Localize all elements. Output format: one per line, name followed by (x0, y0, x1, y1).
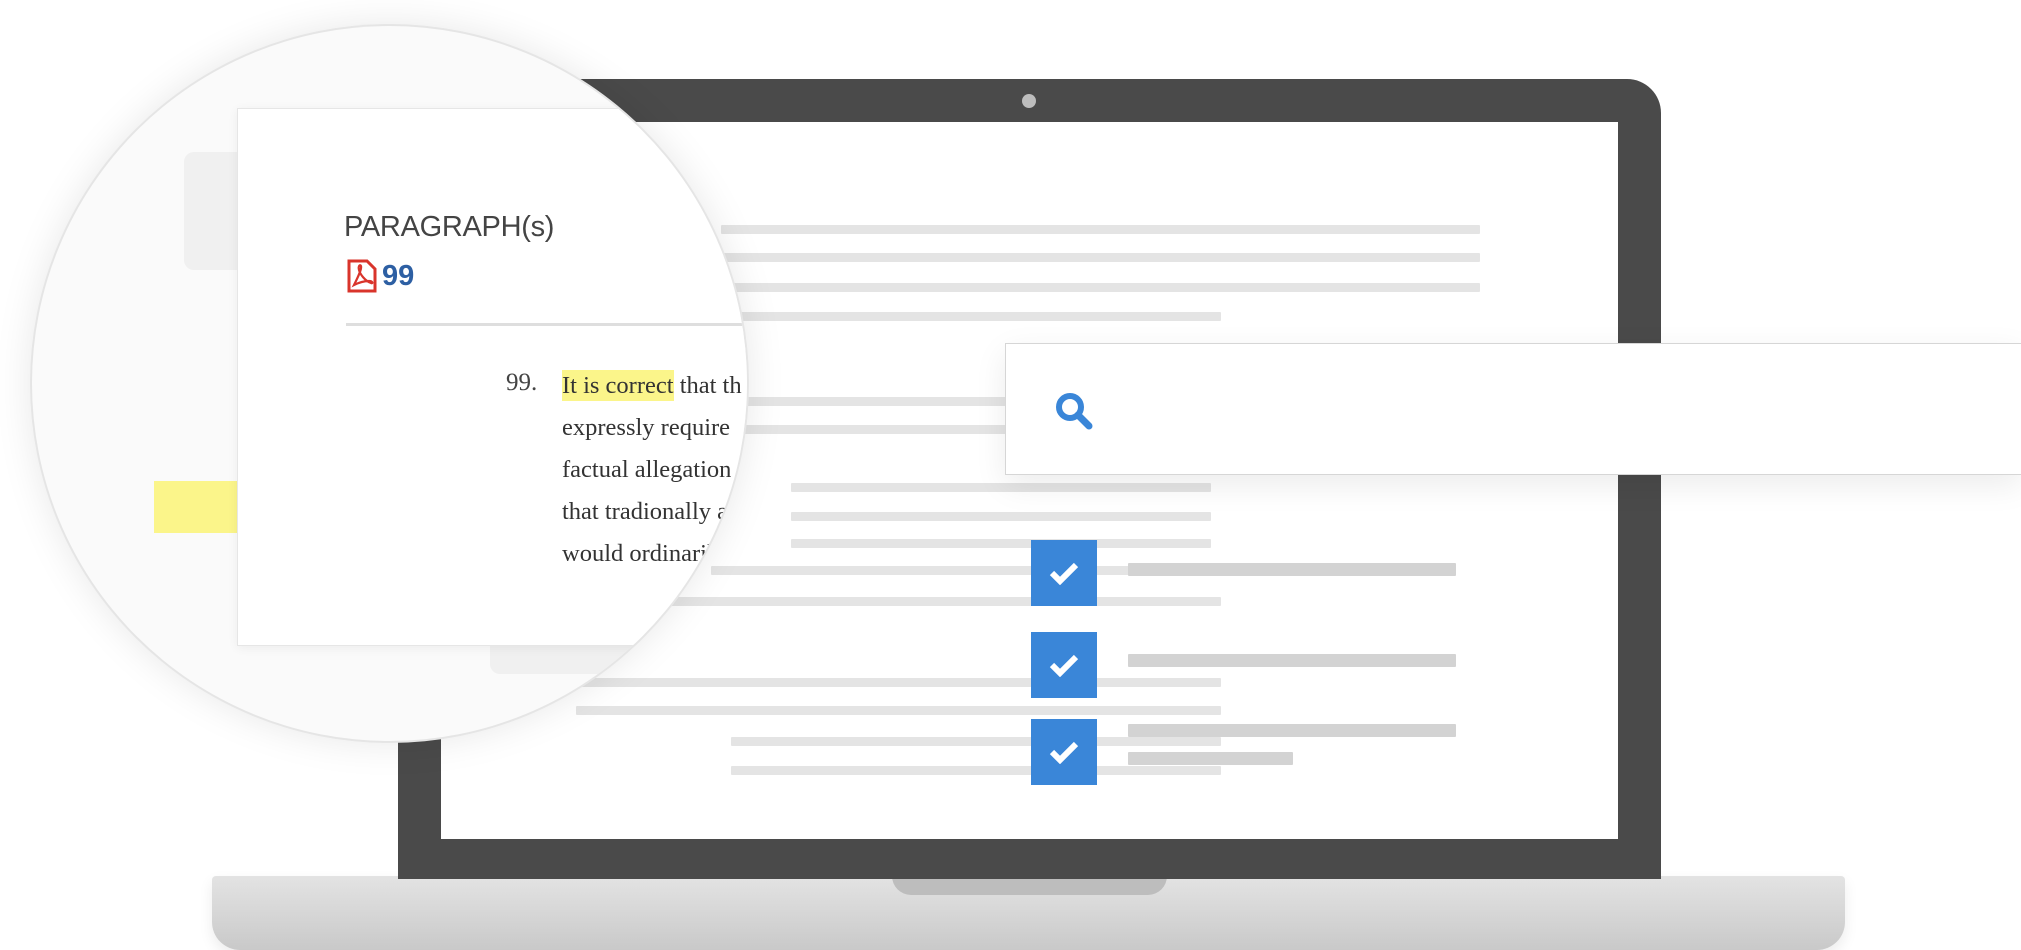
paragraph-number: 99. (506, 369, 538, 396)
placeholder-line (721, 283, 1480, 292)
placeholder-line (791, 483, 1211, 492)
search-icon (1056, 393, 1093, 430)
magnifier-lens: PARAGRAPH(s) 99 99. It is correct that t… (32, 26, 747, 741)
checkbox-2-label-placeholder (1128, 654, 1456, 667)
checkbox-3[interactable] (1031, 719, 1097, 785)
checkbox-1-label-placeholder (1128, 563, 1456, 576)
paragraph-card: PARAGRAPH(s) 99 99. It is correct that t… (237, 108, 747, 646)
search-input[interactable] (1005, 343, 2021, 475)
placeholder-line (721, 253, 1480, 262)
placeholder-line (721, 225, 1480, 234)
placeholder-line (741, 312, 1221, 321)
check-icon (1049, 741, 1079, 764)
check-icon (1049, 562, 1079, 585)
checkbox-3-label-placeholder (1128, 752, 1293, 765)
paragraph-line: that tradionally a (562, 498, 728, 525)
paragraph-line: expressly require (562, 414, 731, 441)
placeholder-line (791, 539, 1211, 548)
highlight-marker (154, 481, 244, 533)
placeholder-line (791, 512, 1211, 521)
paragraph-line: It is correct that th (562, 365, 747, 407)
camera-icon (1022, 94, 1036, 108)
pdf-link-number: 99 (382, 259, 415, 292)
placeholder-line (576, 706, 1221, 715)
placeholder-line (731, 766, 1221, 775)
checkbox-2[interactable] (1031, 632, 1097, 698)
divider (346, 323, 747, 326)
highlighted-text: It is correct (562, 370, 674, 401)
check-icon (1049, 654, 1079, 677)
paragraph-text: It is correct that th expressly require … (562, 365, 747, 575)
checkbox-3-label-placeholder (1128, 724, 1456, 737)
paragraph-line: factual allegation (562, 456, 732, 483)
pdf-link[interactable]: 99 (346, 259, 414, 293)
paragraph-line-text: that th (673, 372, 742, 399)
checkbox-1[interactable] (1031, 540, 1097, 606)
pdf-file-icon (347, 259, 377, 293)
placeholder-line (731, 737, 1221, 746)
paragraph-line: would ordinarily (562, 540, 726, 567)
paragraph-heading: PARAGRAPH(s) (344, 211, 555, 243)
placeholder-line (581, 678, 1221, 687)
